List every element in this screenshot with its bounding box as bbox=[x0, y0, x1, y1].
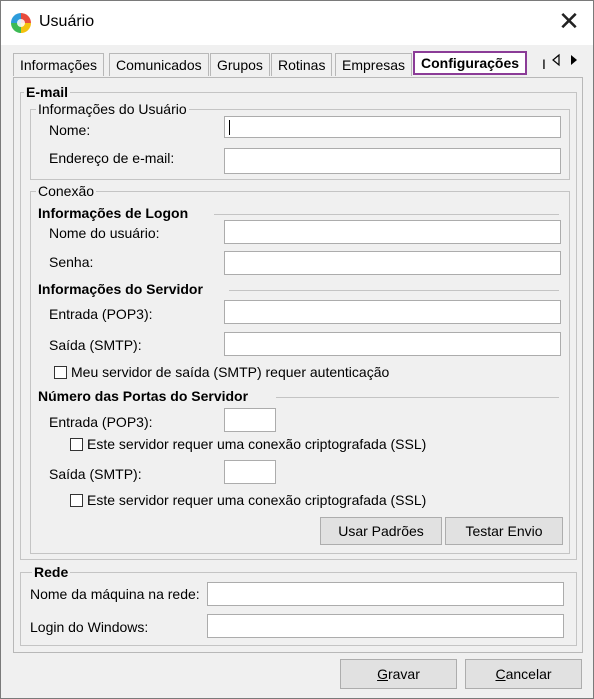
ports-section-title: Número das Portas do Servidor bbox=[38, 388, 249, 404]
outgoing-ssl-label: Este servidor requer uma conexão criptog… bbox=[87, 492, 427, 508]
server-section-title: Informações do Servidor bbox=[38, 281, 203, 297]
tab-scroll-arrows bbox=[551, 53, 581, 70]
incoming-port-label: Entrada (POP3): bbox=[49, 414, 153, 430]
app-logo-icon bbox=[11, 13, 31, 33]
email-label: Endereço de e-mail: bbox=[49, 150, 175, 166]
connection-title: Conexão bbox=[36, 183, 97, 199]
machine-name-input[interactable] bbox=[207, 582, 564, 606]
outgoing-server-label: Saída (SMTP): bbox=[49, 337, 142, 353]
cancel-accelerator: C bbox=[495, 666, 506, 682]
cancel-button[interactable]: Cancelar bbox=[465, 659, 582, 689]
tab-informacoes[interactable]: Informações bbox=[13, 53, 105, 76]
save-button[interactable]: Gravar bbox=[340, 659, 457, 689]
tab-scroll-svg bbox=[552, 53, 577, 67]
password-label: Senha: bbox=[49, 254, 94, 270]
tab-configuracoes[interactable]: Configurações bbox=[413, 51, 528, 75]
close-icon[interactable]: ✕ bbox=[551, 5, 587, 39]
incoming-ssl-label: Este servidor requer uma conexão criptog… bbox=[87, 436, 427, 452]
arrow-left-icon[interactable] bbox=[552, 53, 560, 67]
save-label: ravar bbox=[387, 666, 420, 682]
tab-grupos[interactable]: Grupos bbox=[210, 53, 270, 76]
incoming-ssl-checkbox[interactable] bbox=[70, 438, 83, 451]
logon-section-title: Informações de Logon bbox=[38, 205, 189, 221]
email-group-title: E-mail bbox=[24, 84, 71, 100]
windows-login-input[interactable] bbox=[207, 614, 564, 638]
email-input[interactable] bbox=[224, 148, 561, 174]
outgoing-port-input[interactable] bbox=[224, 460, 276, 484]
use-defaults-button[interactable]: Usar Padrões bbox=[320, 517, 442, 545]
name-input[interactable] bbox=[224, 116, 561, 138]
arrow-right-icon[interactable] bbox=[571, 55, 577, 65]
logon-user-input[interactable] bbox=[224, 220, 561, 244]
windows-login-label: Login do Windows: bbox=[30, 619, 149, 635]
machine-name-label: Nome da máquina na rede: bbox=[30, 586, 200, 602]
logon-divider bbox=[214, 214, 559, 215]
incoming-server-label: Entrada (POP3): bbox=[49, 306, 153, 322]
title-bar[interactable]: Usuário ✕ bbox=[1, 1, 593, 45]
incoming-server-input[interactable] bbox=[224, 300, 561, 324]
server-divider bbox=[229, 290, 559, 291]
text-caret bbox=[229, 120, 230, 135]
incoming-port-input[interactable] bbox=[224, 408, 276, 432]
user-dialog: Usuário ✕ Informações Comunicados Grupos… bbox=[0, 0, 594, 699]
password-input[interactable] bbox=[224, 251, 561, 275]
ports-divider bbox=[276, 397, 559, 398]
logon-user-label: Nome do usuário: bbox=[49, 225, 160, 241]
configuracoes-panel: E-mail Informações do Usuário Nome: Ende… bbox=[13, 77, 583, 653]
outgoing-ssl-checkbox[interactable] bbox=[70, 494, 83, 507]
smtp-auth-label: Meu servidor de saída (SMTP) requer aute… bbox=[71, 364, 390, 380]
window-title: Usuário bbox=[39, 13, 95, 30]
tab-empresas[interactable]: Empresas bbox=[335, 53, 413, 76]
cancel-label: ancelar bbox=[505, 666, 552, 682]
network-title: Rede bbox=[32, 564, 71, 580]
outgoing-port-label: Saída (SMTP): bbox=[49, 466, 142, 482]
name-label: Nome: bbox=[49, 122, 91, 138]
smtp-auth-checkbox[interactable] bbox=[54, 366, 67, 379]
tab-rotinas[interactable]: Rotinas bbox=[271, 53, 333, 76]
tab-truncated[interactable]: I bbox=[540, 53, 548, 75]
outgoing-server-input[interactable] bbox=[224, 332, 561, 356]
test-send-button[interactable]: Testar Envio bbox=[445, 517, 563, 545]
save-accelerator: G bbox=[377, 666, 388, 682]
tab-comunicados[interactable]: Comunicados bbox=[109, 53, 209, 76]
user-info-title: Informações do Usuário bbox=[36, 101, 189, 117]
